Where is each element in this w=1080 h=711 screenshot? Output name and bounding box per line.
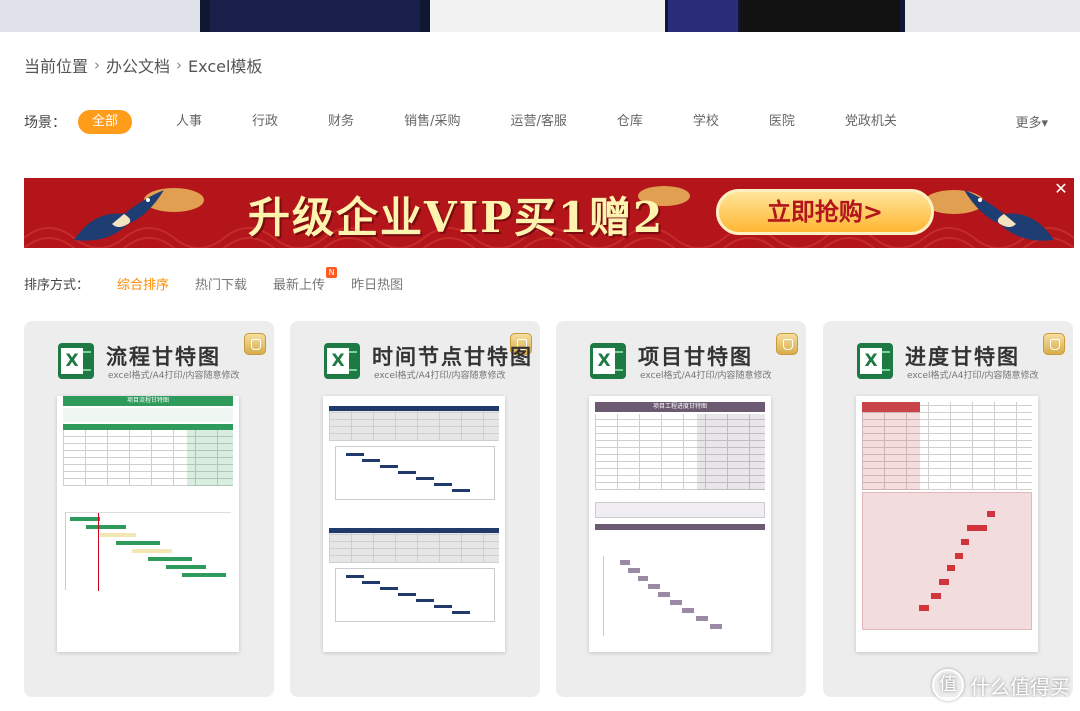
card-subtitle: excel格式/A4打印/内容随意修改 bbox=[374, 371, 506, 381]
close-banner-icon[interactable]: ✕ bbox=[1052, 180, 1070, 198]
excel-icon: X bbox=[324, 343, 360, 379]
template-preview bbox=[856, 396, 1038, 652]
swallow-right-icon bbox=[964, 190, 1054, 241]
template-preview: 项目流程甘特图 bbox=[57, 396, 239, 652]
sort-comprehensive[interactable]: 综合排序 bbox=[117, 274, 169, 293]
sort-yesterday-hot[interactable]: 昨日热图 bbox=[351, 274, 403, 293]
gantt-chart-preview bbox=[335, 446, 495, 500]
vip-badge-icon bbox=[776, 333, 798, 355]
scene-label: 场景： bbox=[24, 115, 66, 131]
breadcrumb: 当前位置 › 办公文档 › Excel模板 bbox=[24, 52, 262, 78]
breadcrumb-excel-templates[interactable]: Excel模板 bbox=[188, 53, 262, 77]
banner-headline: 升级企业VIP买1赠2 bbox=[248, 193, 665, 242]
buy-now-button[interactable]: 立即抢购> bbox=[716, 189, 934, 235]
breadcrumb-current-location: 当前位置 bbox=[24, 57, 89, 76]
scene-chip-admin[interactable]: 行政 bbox=[238, 110, 292, 134]
top-image-strip bbox=[0, 0, 1080, 32]
scene-chip-warehouse[interactable]: 仓库 bbox=[603, 110, 657, 134]
scene-chip-operations[interactable]: 运营/客服 bbox=[496, 110, 580, 134]
scene-chip-school[interactable]: 学校 bbox=[679, 110, 733, 134]
template-card[interactable]: X 时间节点甘特图 excel格式/A4打印/内容随意修改 bbox=[290, 321, 540, 697]
scene-chip-finance[interactable]: 财务 bbox=[314, 110, 368, 134]
sort-bar: 排序方式： 综合排序 热门下载 最新上传 N 昨日热图 bbox=[24, 266, 429, 294]
card-subtitle: excel格式/A4打印/内容随意修改 bbox=[907, 371, 1039, 381]
template-card[interactable]: X 项目甘特图 excel格式/A4打印/内容随意修改 项目工程进度甘特图 bbox=[556, 321, 806, 697]
scene-chip-hospital[interactable]: 医院 bbox=[755, 110, 809, 134]
promo-banner[interactable]: 升级企业VIP买1赠2 立即抢购> ✕ bbox=[24, 178, 1074, 248]
excel-icon: X bbox=[857, 343, 893, 379]
vip-badge-icon bbox=[1043, 333, 1065, 355]
new-badge: N bbox=[326, 266, 338, 278]
sort-popular-downloads[interactable]: 热门下载 bbox=[195, 274, 247, 293]
gantt-chart-preview bbox=[335, 568, 495, 622]
sort-label: 排序方式： bbox=[24, 277, 90, 293]
breadcrumb-separator-icon: › bbox=[176, 56, 183, 74]
template-card[interactable]: X 流程甘特图 excel格式/A4打印/内容随意修改 项目流程甘特图 bbox=[24, 321, 274, 697]
gantt-chart-preview bbox=[603, 556, 763, 636]
gantt-chart-preview bbox=[862, 492, 1032, 630]
template-card[interactable]: X 进度甘特图 excel格式/A4打印/内容随意修改 bbox=[823, 321, 1073, 697]
more-scenes-dropdown[interactable]: 更多▾ bbox=[1015, 112, 1048, 131]
doc-heading: 项目工程进度甘特图 bbox=[595, 402, 765, 412]
excel-icon: X bbox=[590, 343, 626, 379]
card-subtitle: excel格式/A4打印/内容随意修改 bbox=[640, 371, 772, 381]
watermark-logo-icon: 值 bbox=[932, 669, 964, 701]
scene-chip-all[interactable]: 全部 bbox=[78, 110, 133, 134]
scene-filter: 场景： 全部 人事 行政 财务 销售/采购 运营/客服 仓库 学校 医院 党政机… bbox=[24, 108, 1064, 136]
sort-latest-upload-label: 最新上传 bbox=[273, 277, 326, 293]
card-title: 时间节点甘特图 bbox=[372, 345, 533, 369]
scene-chip-government[interactable]: 党政机关 bbox=[831, 110, 911, 134]
site-watermark: 值 什么值得买 bbox=[932, 669, 1070, 701]
card-title: 流程甘特图 bbox=[106, 345, 221, 369]
gantt-chart-preview bbox=[65, 512, 231, 591]
vip-badge-icon bbox=[244, 333, 266, 355]
template-card-grid: X 流程甘特图 excel格式/A4打印/内容随意修改 项目流程甘特图 X 时间… bbox=[24, 321, 1080, 701]
excel-icon: X bbox=[58, 343, 94, 379]
breadcrumb-separator-icon: › bbox=[94, 56, 101, 74]
card-title: 进度甘特图 bbox=[905, 345, 1020, 369]
swallow-left-icon bbox=[74, 190, 164, 241]
scene-chip-sales[interactable]: 销售/采购 bbox=[390, 110, 474, 134]
breadcrumb-office-docs[interactable]: 办公文档 bbox=[106, 53, 170, 77]
sort-latest-upload[interactable]: 最新上传 N bbox=[273, 266, 338, 293]
template-preview bbox=[323, 396, 505, 652]
template-preview: 项目工程进度甘特图 bbox=[589, 396, 771, 652]
doc-heading: 项目流程甘特图 bbox=[63, 396, 233, 406]
card-subtitle: excel格式/A4打印/内容随意修改 bbox=[108, 371, 240, 381]
scene-chip-hr[interactable]: 人事 bbox=[162, 110, 216, 134]
watermark-text: 什么值得买 bbox=[970, 674, 1070, 699]
card-title: 项目甘特图 bbox=[638, 345, 753, 369]
